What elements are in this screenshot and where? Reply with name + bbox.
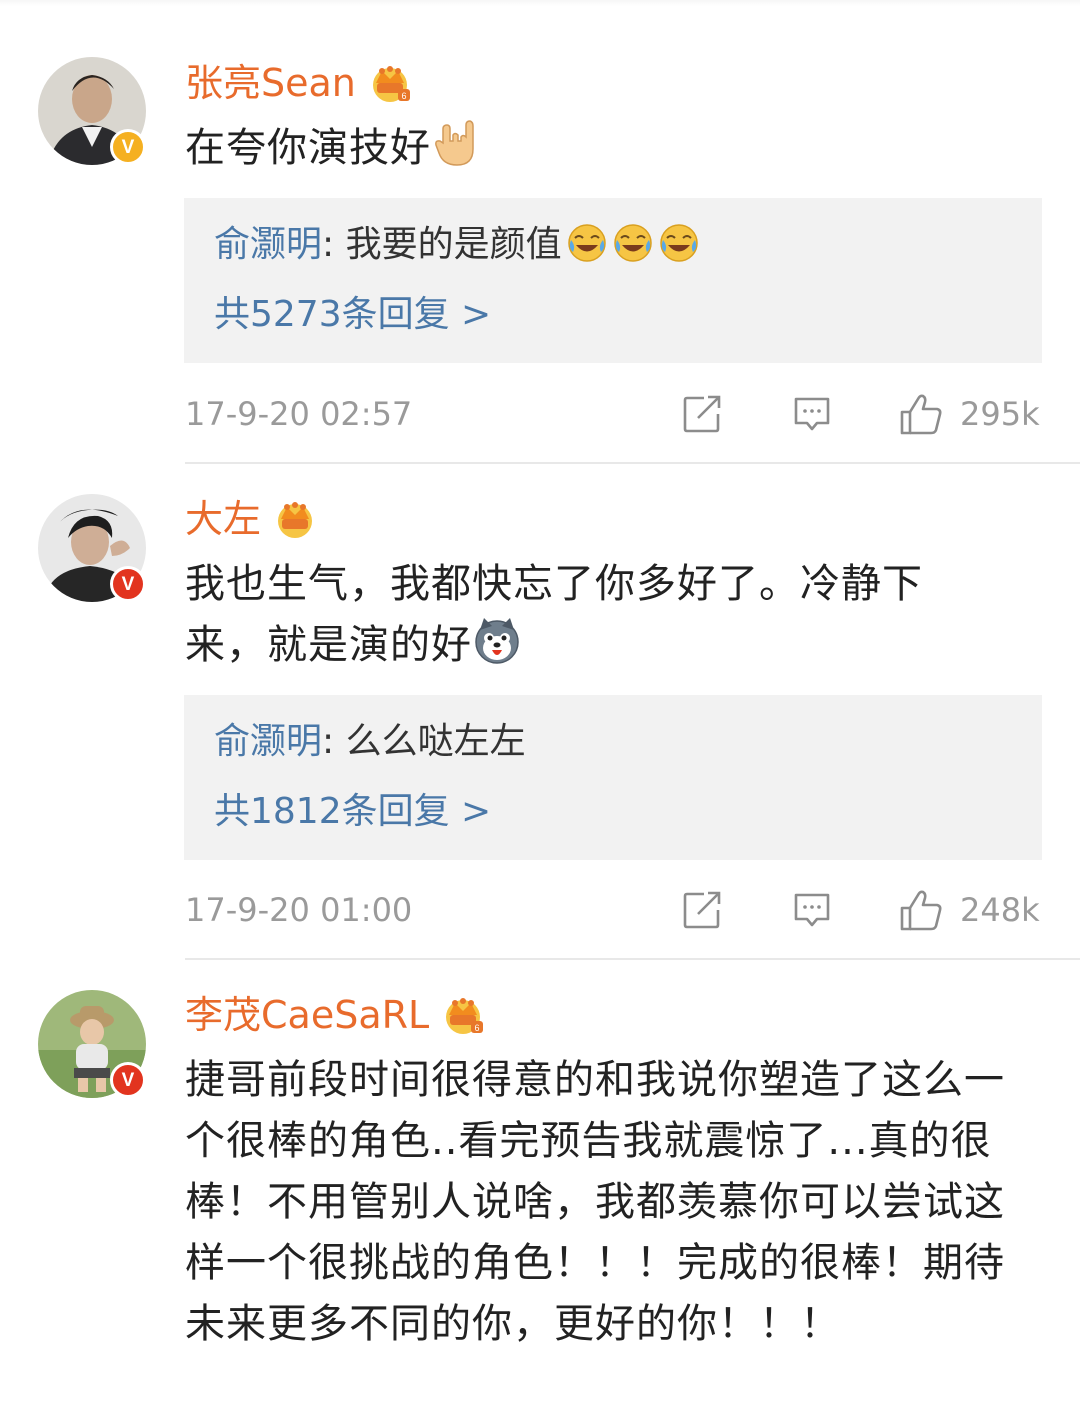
avatar[interactable]: V [38,57,146,165]
comment-text: 我也生气，我都快忘了你多好了。冷静下来，就是演的好 [185,561,923,668]
reply-line: 俞灏明: 么么哒左左 [214,721,526,762]
repost-icon[interactable] [682,394,722,434]
comment-icon[interactable] [792,890,832,930]
timestamp: 17-9-20 02:57 [185,395,413,433]
verified-badge-icon: V [110,129,146,165]
laughing-tears-emoji-icon [659,224,698,262]
view-replies-link[interactable]: 共5273条回复 > [214,290,491,340]
avatar[interactable]: V [38,990,146,1098]
timestamp: 17-9-20 01:00 [185,891,413,929]
vip-crown-icon [278,502,313,538]
comment-text: 在夸你演技好 [185,118,1045,179]
reply-preview[interactable]: 俞灏明: 我要的是颜值 共5273条回复 > [184,198,1042,363]
avatar[interactable]: V [38,494,146,602]
reply-text: 我要的是颜值 [345,224,562,265]
vip-crown-icon: 6 [446,998,484,1034]
verified-badge-icon: V [110,1062,146,1098]
like-count: 248k [960,891,1040,929]
username-text: 张亮Sean [185,61,356,105]
comment-item: V 大左 我也生气，我都快忘了你多好了。冷静下来，就是演的好 俞灏明: 么么哒左… [0,464,1080,960]
svg-text:6: 6 [475,1023,480,1033]
like-thumb-icon[interactable] [898,888,944,932]
verified-badge-icon: V [110,566,146,602]
reply-author-link[interactable]: 俞灏明 [214,224,322,265]
comment-text: 捷哥前段时间很得意的和我说你塑造了这么一个很棒的角色..看完预告我就震惊了...… [185,1057,1005,1347]
username-link[interactable]: 大左 [185,496,317,542]
vip-crown-icon: 6 [372,66,410,102]
comment-icon[interactable] [792,394,832,434]
username-link[interactable]: 李茂CaeSaRL 6 [185,992,485,1038]
username-text: 大左 [185,497,262,541]
username-link[interactable]: 张亮Sean 6 [185,60,412,106]
comment-item: V 张亮Sean 6 在夸你演技好 俞灏明: 我要的是颜值 共5273条回复 >… [0,0,1080,464]
husky-emoji-icon [475,618,519,664]
comment-footer: 17-9-20 02:57 295k [185,389,1042,439]
comment-item: V 李茂CaeSaRL 6 捷哥前段时间很得意的和我说你塑造了这么一个很棒的角色… [0,960,1080,1413]
view-replies-link[interactable]: 共1812条回复 > [214,787,491,837]
laughing-tears-emoji-icon [567,224,606,262]
reply-line: 俞灏明: 我要的是颜值 [214,220,700,270]
like-thumb-icon[interactable] [898,392,944,436]
repost-icon[interactable] [682,890,722,930]
rock-hand-emoji-icon [435,120,474,166]
reply-preview[interactable]: 俞灏明: 么么哒左左 共1812条回复 > [184,695,1042,860]
username-text: 李茂CaeSaRL [185,993,430,1037]
comment-footer: 17-9-20 01:00 248k [185,885,1042,935]
like-count: 295k [960,395,1040,433]
reply-author-link[interactable]: 俞灏明 [214,721,322,762]
reply-text: 么么哒左左 [345,721,526,762]
laughing-tears-emoji-icon [613,224,652,262]
svg-text:6: 6 [401,91,406,101]
